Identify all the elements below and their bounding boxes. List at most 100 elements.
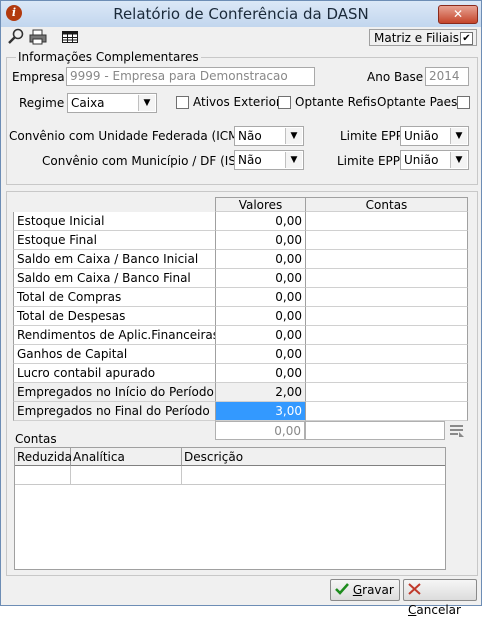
convenio-iss-label: Convênio com Município / DF (ISS) : — [42, 154, 257, 168]
col-valores-header: Valores — [215, 197, 305, 212]
chevron-down-icon[interactable]: ▼ — [450, 152, 467, 168]
col-reduzida-header[interactable]: Reduzida — [15, 448, 72, 466]
values-grid-header: Valores Contas — [13, 197, 468, 212]
limite-epp-value-1: União — [404, 129, 439, 143]
row-value[interactable]: 3,00 — [215, 402, 305, 421]
total-row: 0,00 — [13, 421, 468, 440]
ativos-exterior-label: Ativos Exterior — [193, 95, 281, 109]
cancelar-button[interactable]: Cancelar — [403, 579, 477, 617]
table-row[interactable]: Ganhos de Capital 0,00 — [13, 345, 468, 364]
regime-label: Regime : — [19, 96, 73, 110]
title-bar[interactable]: i Relatório de Conferência da DASN ✕ — [1, 1, 481, 27]
row-value[interactable]: 0,00 — [215, 250, 305, 269]
optante-paes-label: Optante Paes — [377, 95, 458, 109]
chevron-down-icon[interactable]: ▼ — [285, 152, 302, 168]
col-analitica-header[interactable]: Analítica — [71, 448, 182, 466]
search-icon[interactable] — [7, 28, 25, 46]
row-value[interactable]: 0,00 — [215, 345, 305, 364]
empresa-label: Empresa : — [12, 70, 73, 84]
window-title: Relatório de Conferência da DASN — [113, 5, 369, 23]
chevron-down-icon[interactable]: ▼ — [285, 128, 302, 144]
row-contas[interactable] — [305, 231, 468, 250]
table-row[interactable]: Saldo em Caixa / Banco Inicial 0,00 — [13, 250, 468, 269]
matriz-filiais-checkbox[interactable]: Matriz e Filiais ✔ — [369, 29, 477, 46]
limite-epp-value-2: União — [404, 153, 439, 167]
table-icon[interactable] — [61, 28, 79, 46]
row-contas[interactable] — [305, 307, 468, 326]
limite-epp-label-2: Limite EPP : — [337, 154, 408, 168]
row-contas[interactable] — [305, 345, 468, 364]
calculator-icon[interactable] — [448, 422, 466, 439]
row-label: Total de Despesas — [13, 307, 215, 326]
table-row[interactable]: Saldo em Caixa / Banco Final 0,00 — [13, 269, 468, 288]
row-label: Rendimentos de Aplic.Financeiras — [13, 326, 215, 345]
gravar-label: ravar — [362, 583, 394, 597]
printer-icon[interactable] — [29, 28, 47, 46]
row-contas[interactable] — [305, 212, 468, 231]
table-row[interactable]: Estoque Inicial 0,00 — [13, 212, 468, 231]
row-contas[interactable] — [305, 383, 468, 402]
row-contas[interactable] — [305, 326, 468, 345]
contas-label: Contas — [15, 432, 57, 446]
row-label: Empregados no Final do Período — [13, 402, 215, 421]
row-label: Saldo em Caixa / Banco Inicial — [13, 250, 215, 269]
contas-cell[interactable] — [15, 466, 71, 485]
row-value[interactable]: 0,00 — [215, 307, 305, 326]
optante-refis-label: Optante Refis — [295, 95, 377, 109]
row-value[interactable]: 0,00 — [215, 288, 305, 307]
row-contas[interactable] — [305, 269, 468, 288]
row-value[interactable]: 0,00 — [215, 326, 305, 345]
limite-epp-select-2[interactable]: União ▼ — [400, 150, 469, 170]
row-value[interactable]: 0,00 — [215, 269, 305, 288]
total-value: 0,00 — [215, 421, 305, 440]
row-value[interactable]: 0,00 — [215, 212, 305, 231]
table-row[interactable]: Empregados no Início do Período 2,00 — [13, 383, 468, 402]
convenio-icms-label: Convênio com Unidade Federada (ICMS) : — [9, 129, 259, 143]
gravar-button[interactable]: Gravar — [330, 579, 400, 601]
row-value[interactable]: 0,00 — [215, 231, 305, 250]
row-label: Total de Compras — [13, 288, 215, 307]
row-contas[interactable] — [305, 364, 468, 383]
table-row[interactable]: Lucro contabil apurado 0,00 — [13, 364, 468, 383]
info-group-title: Informações Complementares — [16, 50, 201, 64]
checkmark-icon — [335, 583, 349, 595]
row-label: Estoque Inicial — [13, 212, 215, 231]
row-value[interactable]: 0,00 — [215, 364, 305, 383]
optante-paes-checkbox[interactable] — [457, 96, 470, 109]
col-descricao-header[interactable]: Descrição — [182, 448, 445, 466]
convenio-iss-select[interactable]: Não ▼ — [234, 150, 304, 170]
row-label: Empregados no Início do Período — [13, 383, 215, 402]
ano-base-field[interactable]: 2014 — [425, 67, 469, 86]
convenio-icms-select[interactable]: Não ▼ — [234, 126, 304, 146]
row-label: Estoque Final — [13, 231, 215, 250]
contas-table[interactable]: Reduzida Analítica Descrição — [14, 447, 446, 570]
row-contas[interactable] — [305, 402, 468, 421]
optante-refis-checkbox[interactable] — [278, 96, 291, 109]
row-label: Saldo em Caixa / Banco Final — [13, 269, 215, 288]
chevron-down-icon[interactable]: ▼ — [450, 128, 467, 144]
convenio-iss-value: Não — [238, 153, 262, 167]
chevron-down-icon[interactable]: ▼ — [138, 95, 155, 111]
cancelar-label: ancelar — [416, 603, 461, 617]
ano-base-label: Ano Base : — [367, 70, 432, 84]
table-row[interactable]: Estoque Final 0,00 — [13, 231, 468, 250]
close-icon — [408, 583, 421, 595]
limite-epp-select-1[interactable]: União ▼ — [400, 126, 469, 146]
table-row[interactable]: Total de Compras 0,00 — [13, 288, 468, 307]
ativos-exterior-checkbox[interactable] — [176, 96, 189, 109]
contas-cell[interactable] — [71, 466, 182, 485]
row-contas[interactable] — [305, 250, 468, 269]
row-label: Ganhos de Capital — [13, 345, 215, 364]
contas-cell[interactable] — [182, 466, 445, 485]
close-button[interactable]: ✕ — [438, 5, 478, 24]
check-icon[interactable]: ✔ — [460, 32, 473, 45]
row-contas[interactable] — [305, 288, 468, 307]
table-row[interactable]: Empregados no Final do Período 3,00 — [13, 402, 468, 421]
table-row[interactable]: Total de Despesas 0,00 — [13, 307, 468, 326]
convenio-icms-value: Não — [238, 129, 262, 143]
regime-select[interactable]: Caixa ▼ — [67, 93, 157, 113]
row-value[interactable]: 2,00 — [215, 383, 305, 402]
row-label: Lucro contabil apurado — [13, 364, 215, 383]
table-row[interactable]: Rendimentos de Aplic.Financeiras 0,00 — [13, 326, 468, 345]
empresa-field[interactable]: 9999 - Empresa para Demonstracao — [66, 67, 315, 86]
